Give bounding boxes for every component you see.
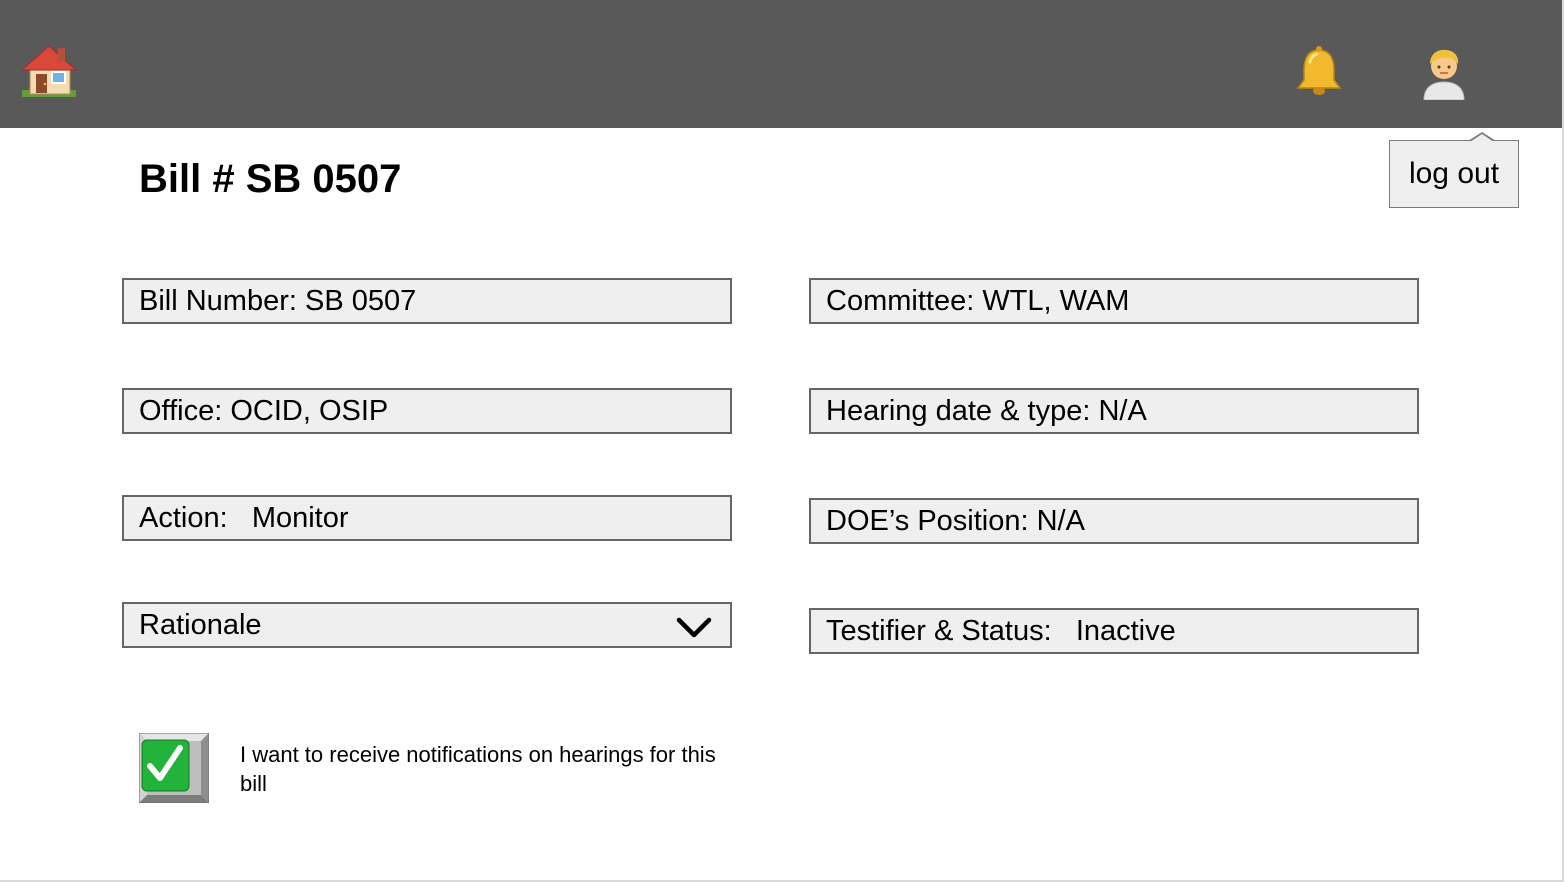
action-text: Action: Monitor	[139, 501, 349, 534]
notifications-checkbox[interactable]	[139, 733, 209, 803]
home-icon[interactable]	[18, 40, 80, 102]
rationale-label: Rationale	[139, 608, 262, 641]
user-avatar-icon[interactable]	[1418, 44, 1470, 100]
office-field: Office: OCID, OSIP	[122, 388, 732, 434]
notifications-label: I want to receive notifications on heari…	[240, 742, 716, 796]
doe-position-text: DOE’s Position: N/A	[826, 504, 1085, 537]
popup-tail-inner	[1470, 134, 1494, 142]
bill-number-text: Bill Number: SB 0507	[139, 284, 417, 317]
bill-number-field: Bill Number: SB 0507	[122, 278, 732, 324]
logout-button[interactable]: log out	[1389, 132, 1519, 208]
bell-icon[interactable]	[1290, 44, 1348, 102]
action-field: Action: Monitor	[122, 495, 732, 541]
top-bar	[0, 0, 1562, 128]
committee-text: Committee: WTL, WAM	[826, 284, 1130, 317]
office-text: Office: OCID, OSIP	[139, 394, 389, 427]
app-frame: log out Bill # SB 0507 Bill Number: SB 0…	[0, 0, 1564, 882]
testifier-status-text: Testifier & Status: Inactive	[826, 614, 1176, 647]
hearing-field: Hearing date & type: N/A	[809, 388, 1419, 434]
hearing-text: Hearing date & type: N/A	[826, 394, 1147, 427]
chevron-down-icon	[676, 617, 712, 638]
doe-position-field: DOE’s Position: N/A	[809, 498, 1419, 544]
committee-field: Committee: WTL, WAM	[809, 278, 1419, 324]
page-title: Bill # SB 0507	[139, 157, 402, 201]
testifier-status-field: Testifier & Status: Inactive	[809, 608, 1419, 654]
rationale-dropdown[interactable]: Rationale	[122, 602, 732, 648]
logout-label: log out	[1408, 157, 1500, 190]
